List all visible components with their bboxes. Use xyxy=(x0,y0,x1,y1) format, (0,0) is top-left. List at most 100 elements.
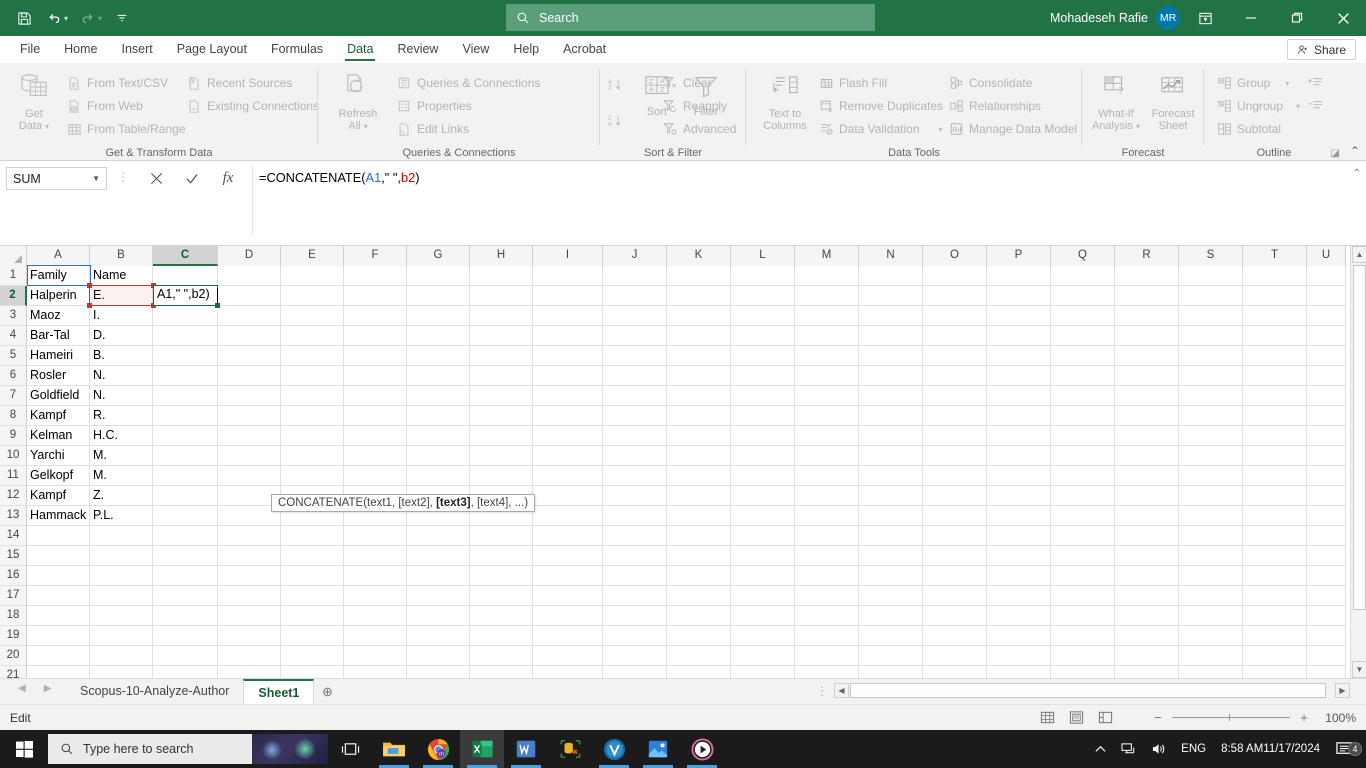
insert-function-icon[interactable]: fx xyxy=(210,167,246,190)
cell-Q21[interactable] xyxy=(1051,666,1115,678)
cell-R21[interactable] xyxy=(1115,666,1179,678)
cell-D4[interactable] xyxy=(218,326,281,346)
row-header-6[interactable]: 6 xyxy=(0,366,27,386)
cell-D11[interactable] xyxy=(218,466,281,486)
sheet-tab-sheet1[interactable]: Sheet1 xyxy=(243,679,315,705)
cell-A3[interactable]: Maoz xyxy=(27,306,90,326)
cell-G7[interactable] xyxy=(407,386,470,406)
flash-fill-button[interactable]: Flash Fill xyxy=(818,75,887,91)
cell-P15[interactable] xyxy=(987,546,1051,566)
language-indicator[interactable]: ENG xyxy=(1174,743,1213,755)
cell-S9[interactable] xyxy=(1179,426,1243,446)
cell-N17[interactable] xyxy=(859,586,923,606)
cell-O13[interactable] xyxy=(923,506,987,526)
cell-M8[interactable] xyxy=(795,406,859,426)
cell-G10[interactable] xyxy=(407,446,470,466)
row-header-12[interactable]: 12 xyxy=(0,486,27,506)
cell-S19[interactable] xyxy=(1179,626,1243,646)
cell-L5[interactable] xyxy=(731,346,795,366)
cell-O18[interactable] xyxy=(923,606,987,626)
cell-U7[interactable] xyxy=(1307,386,1346,406)
cell-F5[interactable] xyxy=(344,346,407,366)
cell-L3[interactable] xyxy=(731,306,795,326)
cell-C18[interactable] xyxy=(153,606,218,626)
cell-Q8[interactable] xyxy=(1051,406,1115,426)
cell-G8[interactable] xyxy=(407,406,470,426)
cell-F19[interactable] xyxy=(344,626,407,646)
cell-F1[interactable] xyxy=(344,266,407,286)
cell-I8[interactable] xyxy=(533,406,603,426)
cell-E3[interactable] xyxy=(281,306,344,326)
cell-K20[interactable] xyxy=(667,646,731,666)
cell-U12[interactable] xyxy=(1307,486,1346,506)
row-header-1[interactable]: 1 xyxy=(0,266,27,286)
cell-O21[interactable] xyxy=(923,666,987,678)
row-header-10[interactable]: 10 xyxy=(0,446,27,466)
cell-N9[interactable] xyxy=(859,426,923,446)
page-break-preview-icon[interactable] xyxy=(1098,710,1113,725)
row-header-11[interactable]: 11 xyxy=(0,466,27,486)
cell-J1[interactable] xyxy=(603,266,667,286)
cell-B12[interactable]: Z. xyxy=(90,486,153,506)
tab-acrobat[interactable]: Acrobat xyxy=(551,36,618,63)
cell-Q18[interactable] xyxy=(1051,606,1115,626)
cell-A5[interactable]: Hameiri xyxy=(27,346,90,366)
column-header-B[interactable]: B xyxy=(90,246,153,266)
group-button[interactable]: Group ▾ xyxy=(1216,75,1289,91)
previous-sheet-icon[interactable]: ◀ xyxy=(18,683,26,694)
sort-ascending-button[interactable]: AZ xyxy=(608,77,624,93)
cell-D15[interactable] xyxy=(218,546,281,566)
cell-K17[interactable] xyxy=(667,586,731,606)
horizontal-scroll-grip[interactable]: ⋮ xyxy=(816,684,828,698)
cell-I16[interactable] xyxy=(533,566,603,586)
cell-S4[interactable] xyxy=(1179,326,1243,346)
cell-S17[interactable] xyxy=(1179,586,1243,606)
vertical-scroll-thumb[interactable] xyxy=(1353,265,1366,610)
chevron-down-icon[interactable]: ▼ xyxy=(92,174,100,183)
task-view-icon[interactable] xyxy=(328,730,372,768)
cell-P6[interactable] xyxy=(987,366,1051,386)
remove-duplicates-button[interactable]: Remove Duplicates xyxy=(818,98,943,114)
cell-M6[interactable] xyxy=(795,366,859,386)
cell-C17[interactable] xyxy=(153,586,218,606)
cell-B8[interactable]: R. xyxy=(90,406,153,426)
cell-C6[interactable] xyxy=(153,366,218,386)
windows-start-icon[interactable] xyxy=(0,730,48,768)
cell-O2[interactable] xyxy=(923,286,987,306)
cell-K16[interactable] xyxy=(667,566,731,586)
cell-N4[interactable] xyxy=(859,326,923,346)
cell-L19[interactable] xyxy=(731,626,795,646)
cell-J16[interactable] xyxy=(603,566,667,586)
cell-A17[interactable] xyxy=(27,586,90,606)
cell-J5[interactable] xyxy=(603,346,667,366)
cell-P1[interactable] xyxy=(987,266,1051,286)
cell-P7[interactable] xyxy=(987,386,1051,406)
cell-B2[interactable]: E. xyxy=(90,286,153,306)
cell-A21[interactable] xyxy=(27,666,90,678)
cell-K4[interactable] xyxy=(667,326,731,346)
column-header-A[interactable]: A xyxy=(27,246,90,266)
cell-M21[interactable] xyxy=(795,666,859,678)
cell-R9[interactable] xyxy=(1115,426,1179,446)
cell-H14[interactable] xyxy=(470,526,533,546)
cell-S12[interactable] xyxy=(1179,486,1243,506)
cell-F7[interactable] xyxy=(344,386,407,406)
cell-R16[interactable] xyxy=(1115,566,1179,586)
cell-M17[interactable] xyxy=(795,586,859,606)
cell-B6[interactable]: N. xyxy=(90,366,153,386)
row-header-5[interactable]: 5 xyxy=(0,346,27,366)
cell-H3[interactable] xyxy=(470,306,533,326)
cell-I4[interactable] xyxy=(533,326,603,346)
cell-D5[interactable] xyxy=(218,346,281,366)
cell-E6[interactable] xyxy=(281,366,344,386)
cell-N10[interactable] xyxy=(859,446,923,466)
column-header-C[interactable]: C xyxy=(153,246,218,266)
cell-L20[interactable] xyxy=(731,646,795,666)
relationships-button[interactable]: Relationships xyxy=(948,98,1041,114)
cell-Q16[interactable] xyxy=(1051,566,1115,586)
cell-B17[interactable] xyxy=(90,586,153,606)
data-validation-dropdown-icon[interactable]: ▾ xyxy=(939,125,943,134)
cell-S7[interactable] xyxy=(1179,386,1243,406)
cell-U6[interactable] xyxy=(1307,366,1346,386)
cell-B1[interactable]: Name xyxy=(90,266,153,286)
